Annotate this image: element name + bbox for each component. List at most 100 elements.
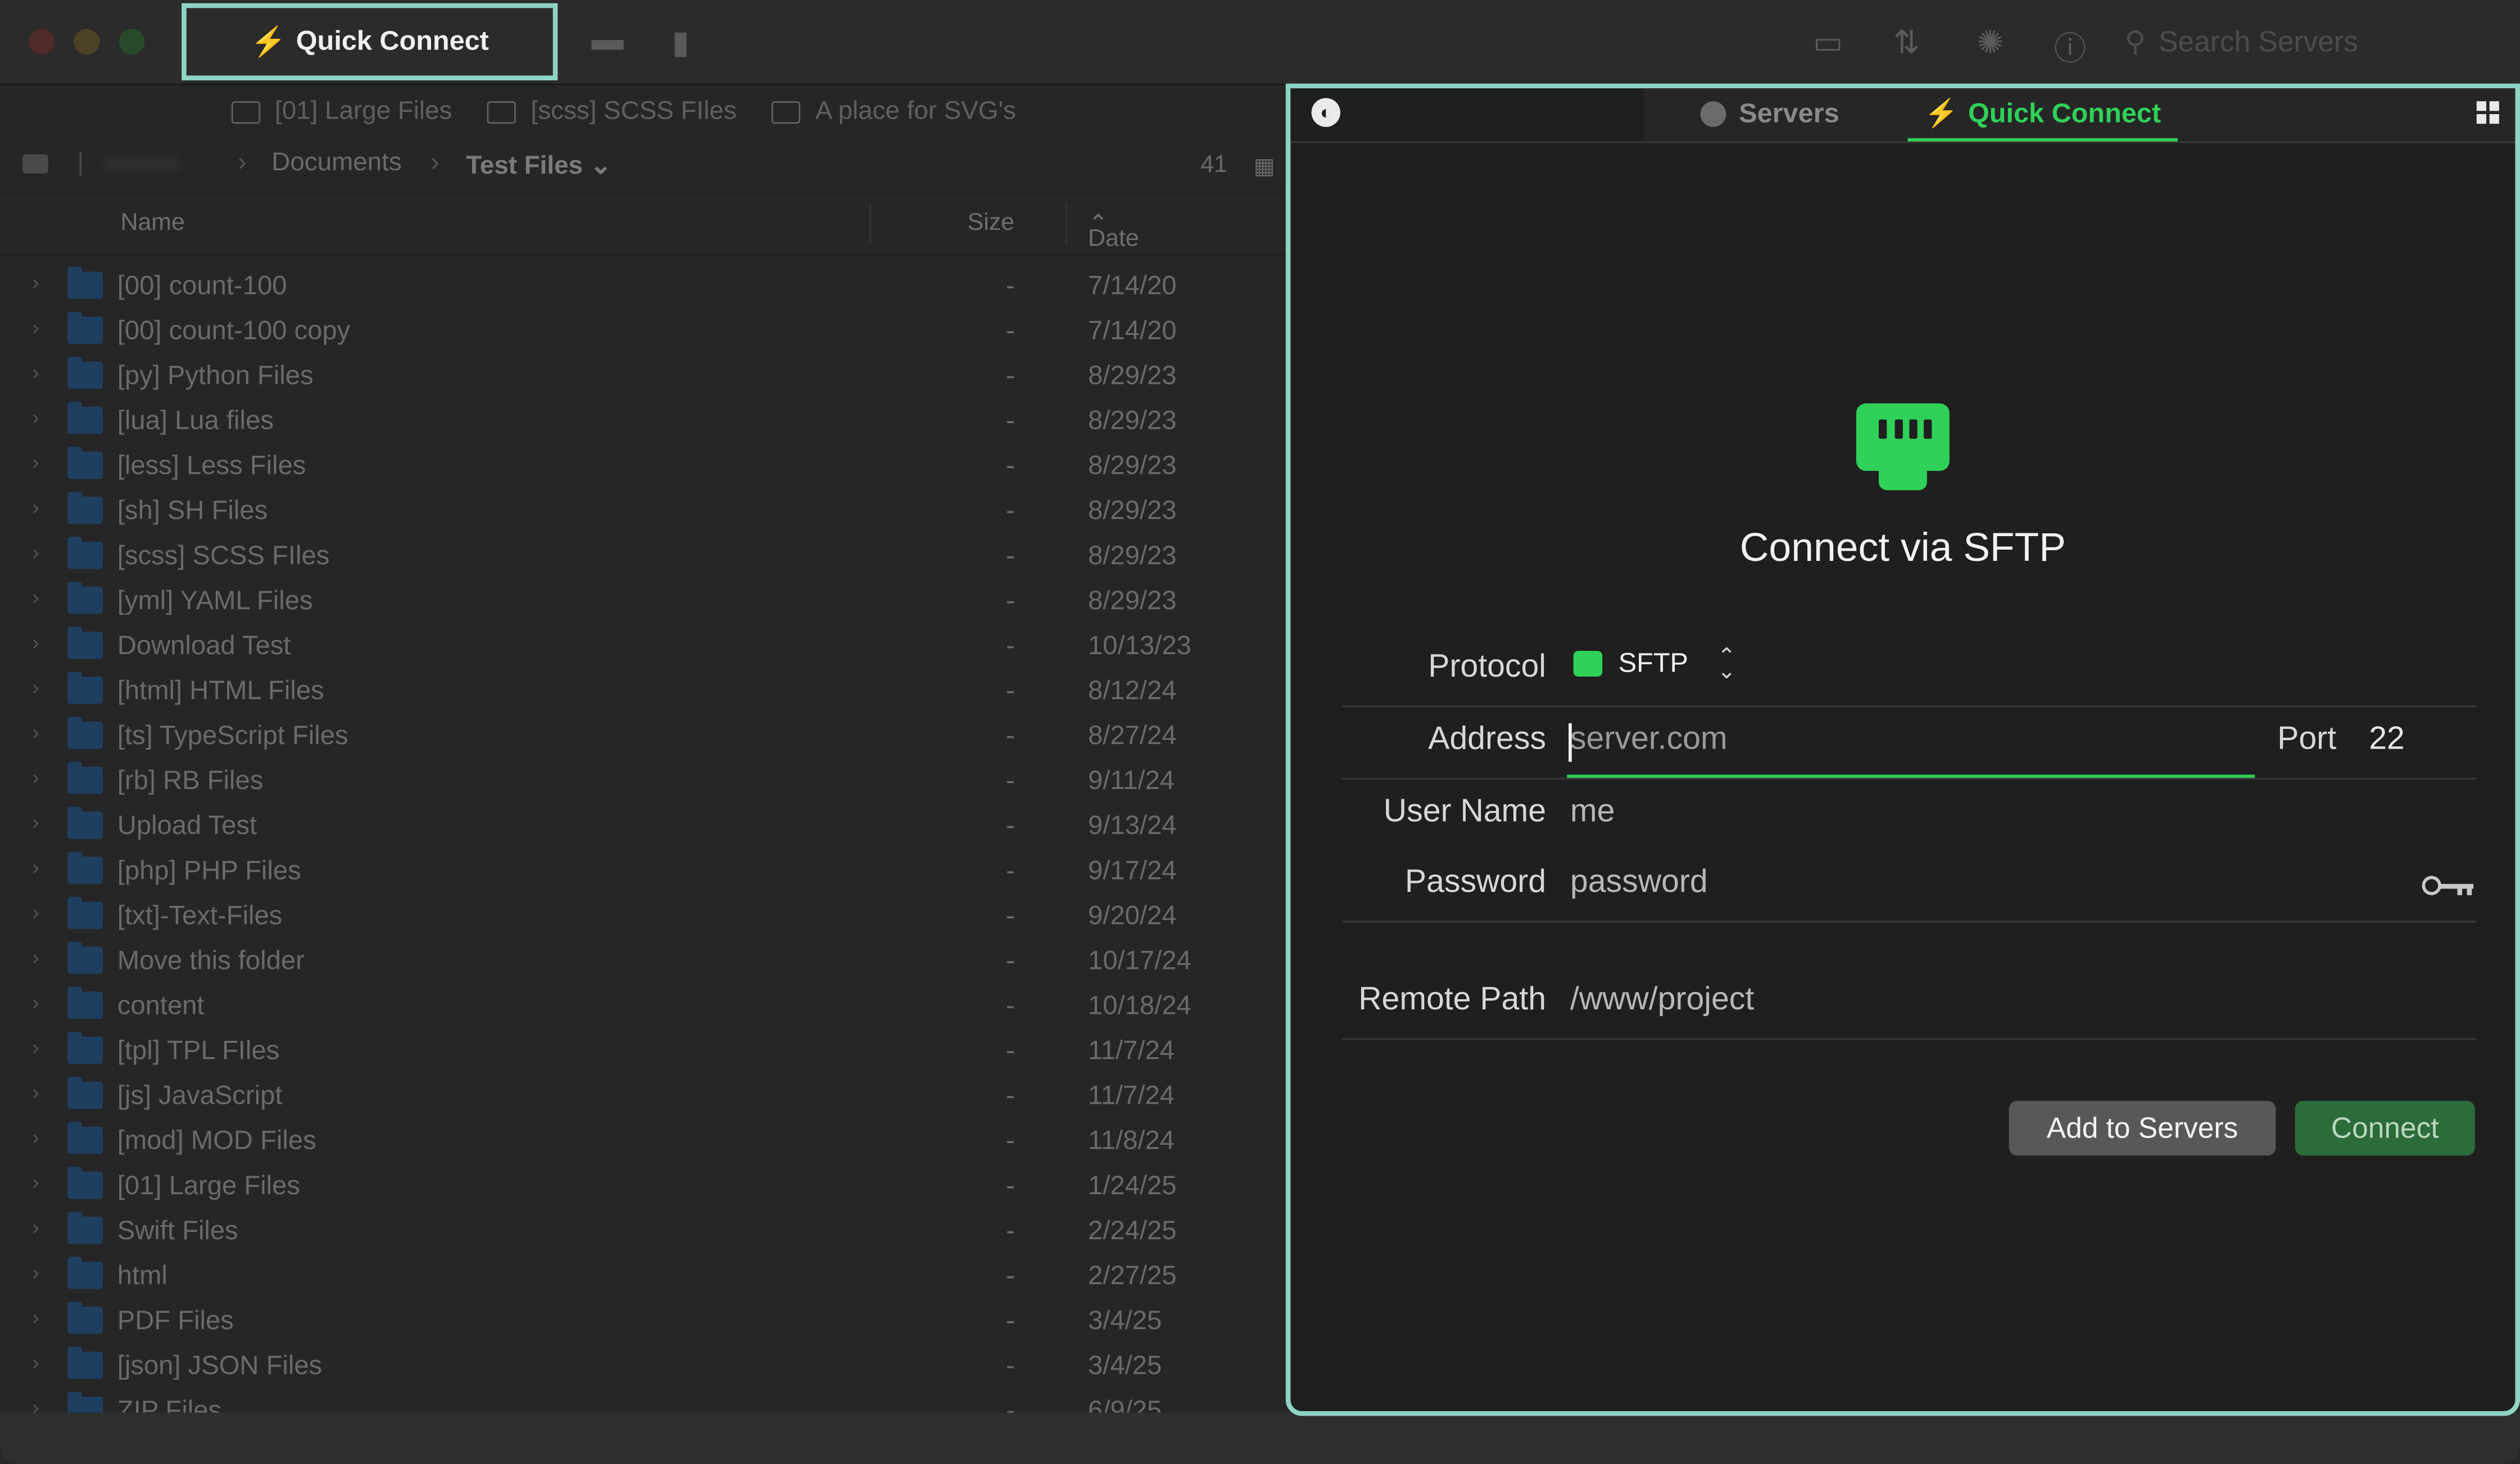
chevron-right-icon[interactable]: › bbox=[32, 810, 39, 834]
file-date: 9/13/24 bbox=[1088, 812, 1177, 841]
table-row[interactable]: › [mod] MOD Files - 11/8/24 bbox=[0, 1118, 1286, 1163]
table-row[interactable]: › html - 2/27/25 bbox=[0, 1254, 1286, 1299]
chevron-right-icon[interactable]: › bbox=[32, 495, 39, 519]
file-date: 8/12/24 bbox=[1088, 676, 1177, 706]
file-size: - bbox=[1006, 767, 1015, 796]
table-row[interactable]: › [00] count-100 - 7/14/20 bbox=[0, 264, 1286, 309]
table-row[interactable]: › [lua] Lua files - 8/29/23 bbox=[0, 398, 1286, 443]
table-row[interactable]: › Upload Test - 9/13/24 bbox=[0, 804, 1286, 849]
port-input[interactable]: 22 bbox=[2369, 722, 2405, 759]
protocol-select[interactable]: SFTP ⌃ ⌄ bbox=[1573, 645, 1736, 682]
chevron-right-icon[interactable]: › bbox=[32, 765, 39, 789]
favorite-item[interactable]: A place for SVG's bbox=[772, 98, 1016, 126]
chevron-right-icon[interactable]: › bbox=[32, 585, 39, 609]
chevron-right-icon[interactable]: › bbox=[32, 1170, 39, 1194]
table-row[interactable]: › [scss] SCSS FIles - 8/29/23 bbox=[0, 533, 1286, 578]
close-window-button[interactable] bbox=[29, 29, 55, 55]
table-row[interactable]: › [yml] YAML Files - 8/29/23 bbox=[0, 578, 1286, 623]
breadcrumb-current[interactable]: Test Files ⌄ bbox=[466, 149, 611, 182]
table-row[interactable]: › ZIP Files - 6/9/25 bbox=[0, 1389, 1286, 1413]
table-row[interactable]: › PDF Files - 3/4/25 bbox=[0, 1299, 1286, 1344]
chevron-right-icon[interactable]: › bbox=[32, 990, 39, 1014]
chevron-right-icon[interactable]: › bbox=[32, 1350, 39, 1374]
file-size: - bbox=[1006, 361, 1015, 391]
chevron-right-icon[interactable]: › bbox=[32, 900, 39, 924]
disk-icon[interactable] bbox=[22, 154, 48, 174]
table-row[interactable]: › Move this folder - 10/17/24 bbox=[0, 939, 1286, 983]
chevron-right-icon[interactable]: › bbox=[32, 1305, 39, 1329]
tab-servers[interactable]: Servers bbox=[1700, 98, 1839, 130]
table-row[interactable]: › [00] count-100 copy - 7/14/20 bbox=[0, 309, 1286, 353]
username-row: User Name me bbox=[1342, 779, 2477, 850]
chevron-right-icon[interactable]: › bbox=[32, 450, 39, 474]
column-date[interactable]: Date ⌃ bbox=[1088, 209, 1139, 252]
table-row[interactable]: › [less] Less Files - 8/29/23 bbox=[0, 443, 1286, 488]
zoom-window-button[interactable] bbox=[119, 29, 145, 55]
table-row[interactable]: › [html] HTML Files - 8/12/24 bbox=[0, 669, 1286, 714]
table-row[interactable]: › content - 10/18/24 bbox=[0, 983, 1286, 1028]
search-field[interactable]: ⚲ Search Servers bbox=[2125, 19, 2495, 64]
chevron-right-icon[interactable]: › bbox=[32, 945, 39, 969]
table-row[interactable]: › [ts] TypeScript Files - 8/27/24 bbox=[0, 714, 1286, 759]
chevron-right-icon[interactable]: › bbox=[32, 1080, 39, 1104]
password-input[interactable]: password bbox=[1570, 865, 1708, 902]
globe-icon[interactable]: ◐ bbox=[1311, 98, 1340, 127]
connect-button[interactable]: Connect bbox=[2295, 1100, 2475, 1156]
chevron-right-icon[interactable]: › bbox=[32, 630, 39, 654]
info-icon[interactable]: ⓘ bbox=[2054, 22, 2086, 69]
table-row[interactable]: › [txt]-Text-Files - 9/20/24 bbox=[0, 894, 1286, 939]
table-row[interactable]: › [json] JSON Files - 3/4/25 bbox=[0, 1344, 1286, 1389]
grid-view-icon[interactable]: ▦ bbox=[1254, 153, 1275, 180]
chevron-right-icon[interactable]: › bbox=[32, 315, 39, 339]
chevron-right-icon[interactable]: › bbox=[32, 1125, 39, 1149]
table-row[interactable]: › [py] Python Files - 8/29/23 bbox=[0, 353, 1286, 398]
breadcrumb-user[interactable]: ssssss bbox=[103, 149, 180, 178]
minimize-window-button[interactable] bbox=[74, 29, 100, 55]
key-icon[interactable] bbox=[2422, 876, 2474, 899]
activity-spinner-icon[interactable]: ✺ bbox=[1977, 22, 2004, 62]
table-row[interactable]: › [js] JavaScript - 11/7/24 bbox=[0, 1073, 1286, 1118]
lightning-icon: ⚡ bbox=[1924, 97, 1959, 128]
table-row[interactable]: › [php] PHP Files - 9/17/24 bbox=[0, 849, 1286, 894]
chevron-right-icon[interactable]: › bbox=[32, 720, 39, 744]
file-name: Swift Files bbox=[117, 1216, 238, 1246]
chevron-right-icon[interactable]: › bbox=[32, 1215, 39, 1239]
table-row[interactable]: › [sh] SH Files - 8/29/23 bbox=[0, 488, 1286, 533]
chevron-right-icon[interactable]: › bbox=[32, 855, 39, 879]
chevron-right-icon[interactable]: › bbox=[32, 360, 39, 384]
breadcrumb-documents[interactable]: Documents bbox=[271, 149, 401, 178]
table-row[interactable]: › [rb] RB Files - 9/11/24 bbox=[0, 759, 1286, 804]
tab-quick-connect[interactable]: ⚡ Quick Connect bbox=[1907, 88, 2178, 142]
address-input[interactable]: server.com bbox=[1570, 722, 1728, 759]
chevron-right-icon[interactable]: › bbox=[32, 675, 39, 699]
add-to-servers-button[interactable]: Add to Servers bbox=[2009, 1100, 2276, 1156]
file-name: content bbox=[117, 991, 205, 1021]
file-date: 6/9/25 bbox=[1088, 1397, 1162, 1413]
table-row[interactable]: › Download Test - 10/13/23 bbox=[0, 624, 1286, 669]
grid-icon[interactable] bbox=[2476, 101, 2499, 124]
chevron-right-icon[interactable]: › bbox=[32, 1395, 39, 1412]
favorite-item[interactable]: [01] Large Files bbox=[231, 98, 452, 126]
table-row[interactable]: › Swift Files - 2/24/25 bbox=[0, 1208, 1286, 1253]
chevron-right-icon[interactable]: › bbox=[32, 540, 39, 564]
column-name[interactable]: Name bbox=[120, 209, 184, 237]
chevron-right-icon[interactable]: › bbox=[32, 270, 39, 294]
folder-icon bbox=[487, 101, 516, 124]
column-size[interactable]: Size bbox=[968, 209, 1014, 237]
chevron-right-icon[interactable]: › bbox=[32, 1260, 39, 1284]
remote-path-input[interactable]: /www/project bbox=[1570, 982, 1754, 1019]
table-row[interactable]: › [01] Large Files - 1/24/25 bbox=[0, 1163, 1286, 1208]
drive-icon[interactable]: ▭ bbox=[1813, 22, 1843, 62]
transfer-arrows-icon[interactable]: ⇅ bbox=[1893, 22, 1920, 62]
folder-icon bbox=[67, 446, 103, 479]
file-date: 10/17/24 bbox=[1088, 946, 1191, 976]
quick-connect-button[interactable]: ⚡ Quick Connect bbox=[182, 3, 558, 80]
username-input[interactable]: me bbox=[1570, 794, 1615, 831]
chevron-right-icon[interactable]: › bbox=[32, 1035, 39, 1059]
folder-icon[interactable]: ▬ bbox=[591, 22, 623, 60]
favorite-item[interactable]: [scss] SCSS FIles bbox=[487, 98, 737, 126]
document-icon[interactable]: ▮ bbox=[672, 22, 690, 62]
chevron-right-icon[interactable]: › bbox=[32, 405, 39, 429]
table-row[interactable]: › [tpl] TPL FIles - 11/7/24 bbox=[0, 1028, 1286, 1073]
file-date: 11/8/24 bbox=[1088, 1126, 1175, 1156]
